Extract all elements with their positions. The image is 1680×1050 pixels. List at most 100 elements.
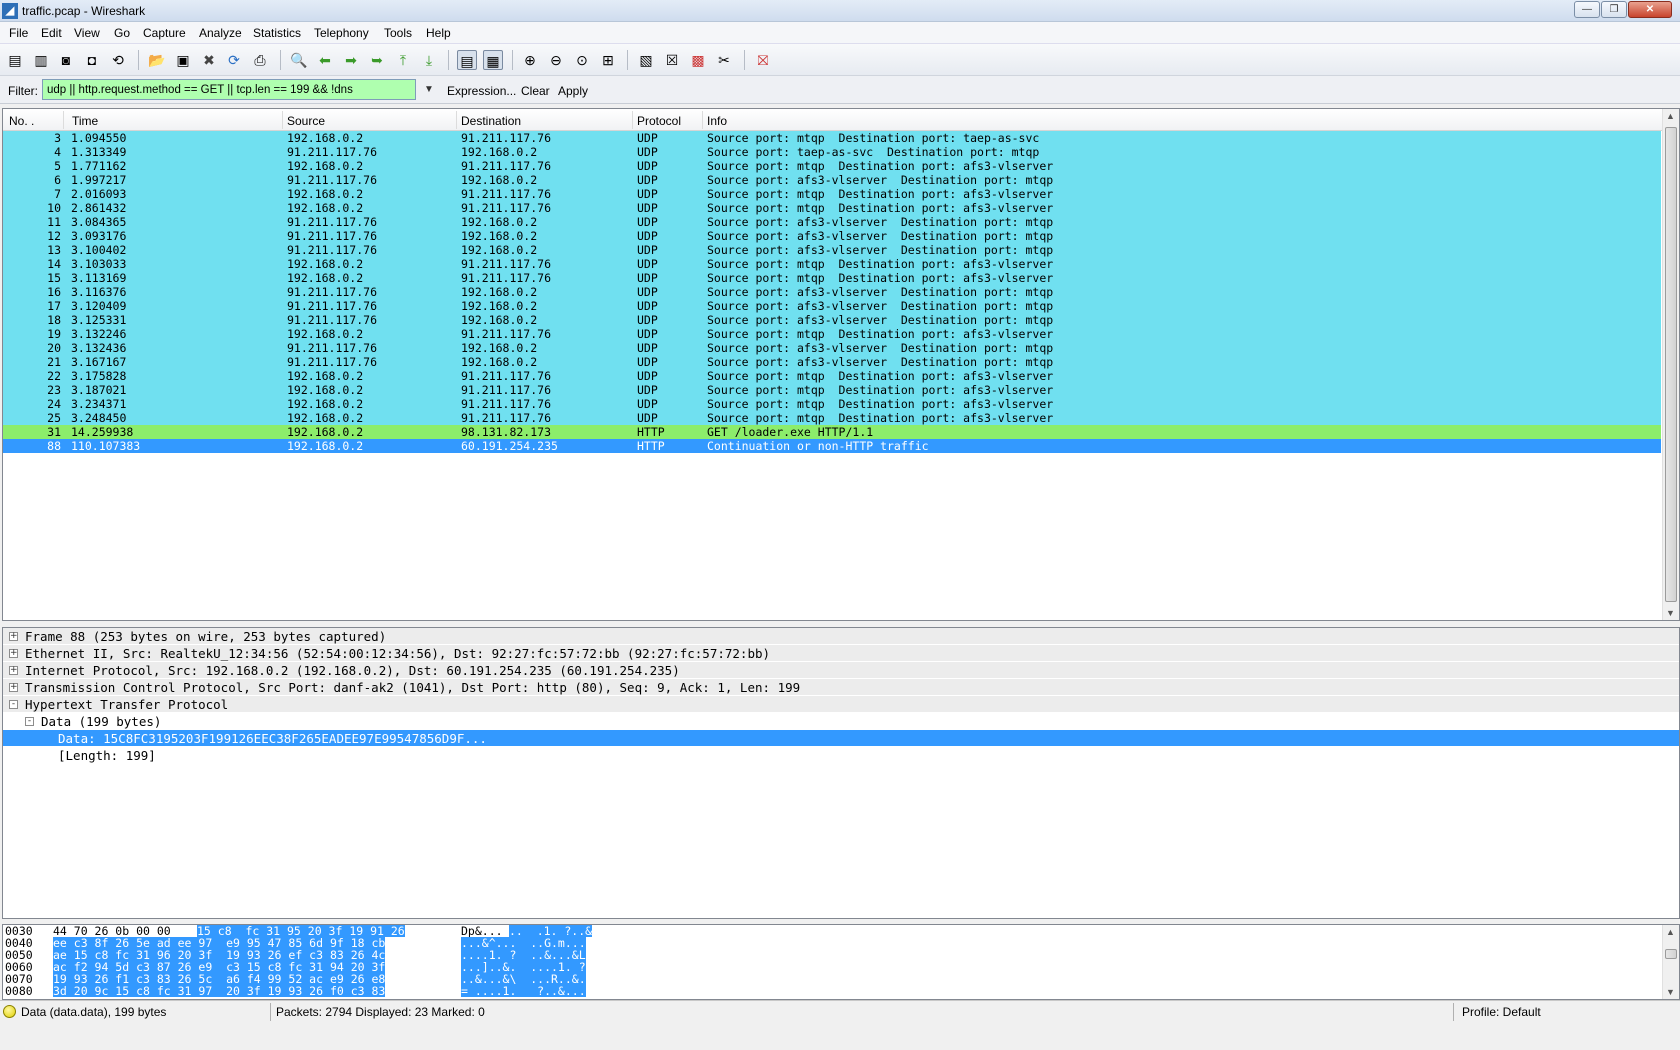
column-header-no[interactable]: No. . [9,114,34,128]
packet-row[interactable]: 6 1.997217 91.211.117.76 192.168.0.2 UDP Sour… [3,173,1661,187]
packet-row[interactable]: 3 1.094550 192.168.0.2 91.211.117.76 UDP Sour… [3,131,1661,145]
menu-capture[interactable]: Capture [143,26,186,40]
menu-telephony[interactable]: Telephony [314,26,369,40]
expand-plus-icon[interactable]: + [9,666,18,675]
status-profile[interactable]: Profile: Default [1462,1005,1541,1019]
maximize-button[interactable]: ❐ [1601,1,1627,18]
start-capture-icon[interactable]: ◙ [56,50,76,70]
scroll-down-arrow-icon[interactable]: ▼ [1666,987,1675,997]
preferences-icon[interactable]: ✂ [714,50,734,70]
column-divider[interactable] [456,111,457,129]
column-header-time[interactable]: Time [72,114,98,128]
column-divider[interactable] [702,111,703,129]
menu-edit[interactable]: Edit [41,26,62,40]
packet-row[interactable]: 23 3.187021 192.168.0.2 91.211.117.76 UDP Sou… [3,383,1661,397]
expression-button[interactable]: Expression... [447,84,516,98]
packet-row[interactable]: 12 3.093176 91.211.117.76 192.168.0.2 UDP Sou… [3,229,1661,243]
detail-tree-item[interactable]: + Internet Protocol, Src: 192.168.0.2 (19… [3,662,1679,679]
apply-filter-button[interactable]: Apply [558,84,588,98]
capture-options-icon[interactable]: ▥ [31,50,51,70]
packet-row[interactable]: 25 3.248450 192.168.0.2 91.211.117.76 UDP Sou… [3,411,1661,425]
detail-tree-item[interactable]: + Ethernet II, Src: RealtekU_12:34:56 (52… [3,645,1679,662]
coloring-rules-icon[interactable]: ▩ [688,50,708,70]
scroll-up-arrow-icon[interactable]: ▲ [1666,111,1675,121]
first-packet-icon[interactable]: ⤒ [393,50,413,70]
packet-list-scrollbar[interactable]: ▲ ▼ [1662,109,1679,620]
restart-capture-icon[interactable]: ⟲ [108,50,128,70]
column-header-source[interactable]: Source [287,114,325,128]
hex-dump-line[interactable]: 0080 3d 20 9c 15 c8 fc 31 97 20 3f 19 93 … [3,985,1679,997]
detail-tree-item[interactable]: + Frame 88 (253 bytes on wire, 253 bytes … [3,628,1679,645]
detail-tree-item[interactable]: Data: 15C8FC3195203F199126EEC38F265EADEE… [3,730,1679,747]
auto-scroll-icon[interactable]: ▦ [483,50,503,70]
expand-plus-icon[interactable]: + [9,683,18,692]
packet-row[interactable]: 10 2.861432 192.168.0.2 91.211.117.76 UDP Sou… [3,201,1661,215]
column-header-destination[interactable]: Destination [461,114,521,128]
bytes-scrollbar[interactable]: ▲ ▼ [1662,925,1679,999]
menu-help[interactable]: Help [426,26,451,40]
detail-tree-item[interactable]: [Length: 199] [3,747,1679,764]
packet-row[interactable]: 4 1.313349 91.211.117.76 192.168.0.2 UDP Sour… [3,145,1661,159]
packet-row[interactable]: 21 3.167167 91.211.117.76 192.168.0.2 UDP Sou… [3,355,1661,369]
packet-row[interactable]: 17 3.120409 91.211.117.76 192.168.0.2 UDP Sou… [3,299,1661,313]
interface-list-icon[interactable]: ▤ [5,50,25,70]
go-to-packet-icon[interactable]: ➥ [367,50,387,70]
packet-details-pane[interactable]: + Frame 88 (253 bytes on wire, 253 bytes … [2,627,1680,919]
menu-statistics[interactable]: Statistics [253,26,301,40]
scroll-down-arrow-icon[interactable]: ▼ [1666,608,1675,618]
find-packet-icon[interactable]: 🔍 [289,50,309,70]
packet-row[interactable]: 13 3.100402 91.211.117.76 192.168.0.2 UDP Sou… [3,243,1661,257]
column-divider[interactable] [282,111,283,129]
packet-row[interactable]: 20 3.132436 91.211.117.76 192.168.0.2 UDP Sou… [3,341,1661,355]
menu-tools[interactable]: Tools [384,26,412,40]
packet-row[interactable]: 15 3.113169 192.168.0.2 91.211.117.76 UDP Sou… [3,271,1661,285]
go-forward-icon[interactable]: ➡ [341,50,361,70]
packet-list-pane[interactable]: No. . Time Source Destination Protocol I… [2,108,1680,621]
packet-row[interactable]: 7 2.016093 192.168.0.2 91.211.117.76 UDP Sour… [3,187,1661,201]
menu-go[interactable]: Go [114,26,130,40]
print-icon[interactable]: ⎙ [250,50,270,70]
column-header-protocol[interactable]: Protocol [637,114,681,128]
menu-view[interactable]: View [74,26,100,40]
packet-row[interactable]: 5 1.771162 192.168.0.2 91.211.117.76 UDP Sour… [3,159,1661,173]
expand-plus-icon[interactable]: + [9,632,18,641]
normal-size-icon[interactable]: ⊙ [572,50,592,70]
column-header-info[interactable]: Info [707,114,727,128]
save-file-icon[interactable]: ▣ [173,50,193,70]
display-filter-input[interactable] [42,79,416,100]
packet-row[interactable]: 24 3.234371 192.168.0.2 91.211.117.76 UDP Sou… [3,397,1661,411]
packet-row[interactable]: 14 3.103033 192.168.0.2 91.211.117.76 UDP Sou… [3,257,1661,271]
last-packet-icon[interactable]: ⤓ [419,50,439,70]
capture-filters-icon[interactable]: ▧ [636,50,656,70]
packet-row[interactable]: 88 110.107383 192.168.0.2 60.191.254.235 HTT… [3,439,1661,453]
packet-row[interactable]: 11 3.084365 91.211.117.76 192.168.0.2 UDP Sou… [3,215,1661,229]
packet-row[interactable]: 18 3.125331 91.211.117.76 192.168.0.2 UDP Sou… [3,313,1661,327]
column-divider[interactable] [63,111,64,129]
scrollbar-thumb[interactable] [1665,127,1677,602]
close-window-button[interactable]: ✕ [1628,1,1672,18]
packet-row[interactable]: 22 3.175828 192.168.0.2 91.211.117.76 UDP Sou… [3,369,1661,383]
expert-info-indicator-icon[interactable] [3,1005,16,1018]
menu-file[interactable]: File [9,26,28,40]
resize-columns-icon[interactable]: ⊞ [598,50,618,70]
reload-icon[interactable]: ⟳ [224,50,244,70]
detail-tree-item[interactable]: - Data (199 bytes) [3,713,1679,730]
clear-filter-button[interactable]: Clear [521,84,550,98]
zoom-out-icon[interactable]: ⊖ [546,50,566,70]
close-file-icon[interactable]: ✖ [199,50,219,70]
open-file-icon[interactable]: 📂 [147,50,167,70]
display-filters-icon[interactable]: ☒ [662,50,682,70]
scrollbar-thumb[interactable] [1665,949,1677,959]
colorize-icon[interactable]: ▤ [457,50,477,70]
expand-plus-icon[interactable]: + [9,649,18,658]
menu-analyze[interactable]: Analyze [199,26,242,40]
detail-tree-item[interactable]: - Hypertext Transfer Protocol [3,696,1679,713]
packet-row[interactable]: 31 14.259938 192.168.0.2 98.131.82.173 HTTP G… [3,425,1661,439]
zoom-in-icon[interactable]: ⊕ [520,50,540,70]
go-back-icon[interactable]: ⬅ [315,50,335,70]
stop-capture-icon[interactable]: ◘ [82,50,102,70]
scroll-up-arrow-icon[interactable]: ▲ [1666,927,1675,937]
collapse-minus-icon[interactable]: - [25,717,34,726]
help-icon[interactable]: ⛝ [753,50,773,70]
collapse-minus-icon[interactable]: - [9,700,18,709]
